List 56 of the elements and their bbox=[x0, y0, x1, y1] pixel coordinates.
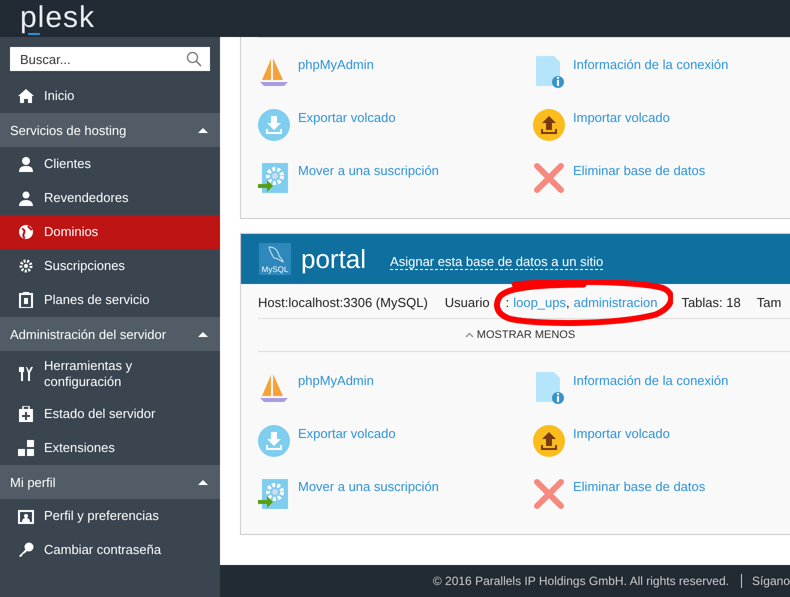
follow-link[interactable]: Sígano bbox=[740, 574, 790, 588]
reseller-icon bbox=[18, 190, 34, 206]
plesk-logo: plesk bbox=[20, 3, 96, 37]
show-less-toggle[interactable]: MOSTRAR MENOS bbox=[221, 319, 790, 351]
gear-icon bbox=[18, 258, 34, 274]
section-header[interactable]: Mi perfil bbox=[0, 465, 220, 499]
download-icon bbox=[258, 425, 290, 457]
profile-card-icon bbox=[18, 508, 34, 524]
nav-item[interactable]: Cambiar contraseña bbox=[0, 533, 220, 567]
search-field[interactable]: Buscar... bbox=[10, 47, 210, 71]
search-icon bbox=[186, 51, 202, 67]
nav-item[interactable]: Dominios bbox=[0, 215, 220, 249]
download-icon bbox=[258, 109, 290, 141]
nav-item[interactable]: Revendedores bbox=[0, 181, 220, 215]
nav-item[interactable]: Perfil y preferencias bbox=[0, 499, 220, 533]
section-header[interactable]: Administración del servidor bbox=[0, 317, 220, 351]
upload-icon bbox=[533, 425, 565, 457]
caret-icon[interactable] bbox=[198, 479, 208, 485]
nav-item[interactable]: Estado del servidor bbox=[0, 397, 220, 431]
blocks-icon bbox=[18, 440, 34, 456]
key-icon bbox=[18, 542, 34, 558]
assign-site-link[interactable]: Asignar esta base de datos a un sitio bbox=[390, 254, 604, 270]
nav-item[interactable]: Suscripciones bbox=[0, 249, 220, 283]
tables-count: Tablas: 18 bbox=[681, 294, 741, 310]
users-separator: : bbox=[506, 294, 510, 310]
copyright-text: © 2016 Parallels IP Holdings GmbH. All rights reserved. bbox=[432, 574, 729, 588]
home-icon bbox=[18, 88, 34, 104]
gear-arrow-icon bbox=[258, 478, 290, 510]
mysql-logo-icon: MySQL bbox=[259, 243, 291, 275]
medical-kit-icon bbox=[18, 406, 34, 422]
sailboat-icon bbox=[258, 56, 290, 88]
delete-x-icon bbox=[533, 162, 565, 194]
nav-item[interactable]: Planes de servicio bbox=[0, 283, 220, 317]
gear-arrow-icon bbox=[258, 162, 290, 194]
host-text: Host:localhost:3306 (MySQL) bbox=[258, 294, 428, 310]
delete-x-icon bbox=[533, 478, 565, 510]
nav-item[interactable]: Extensiones bbox=[0, 431, 220, 465]
person-icon bbox=[18, 156, 34, 172]
users-label: Usuario bbox=[444, 294, 490, 310]
upload-icon bbox=[533, 109, 565, 141]
size-text: Tam bbox=[756, 294, 782, 310]
chevron-up-icon bbox=[464, 332, 474, 338]
clipboard-icon bbox=[18, 292, 34, 308]
tools-icon bbox=[18, 366, 34, 382]
caret-icon[interactable] bbox=[198, 331, 208, 337]
info-document-icon bbox=[533, 372, 565, 404]
caret-icon[interactable] bbox=[198, 127, 208, 133]
comma-text: , bbox=[566, 294, 570, 310]
sailboat-icon bbox=[258, 372, 290, 404]
nav-item[interactable]: Clientes bbox=[0, 147, 220, 181]
nav-item[interactable]: Inicio bbox=[0, 79, 220, 113]
info-document-icon bbox=[533, 56, 565, 88]
nav-item[interactable]: Herramientas y configuración bbox=[0, 351, 220, 397]
section-header[interactable]: Servicios de hosting bbox=[0, 113, 220, 147]
globe-icon bbox=[18, 224, 34, 240]
database-name: portal bbox=[301, 244, 366, 274]
